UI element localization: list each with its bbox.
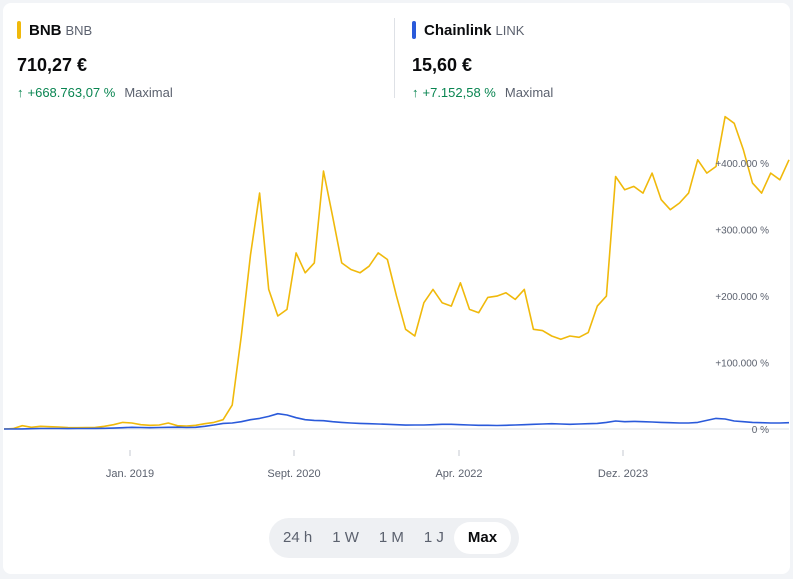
x-tick-label: Dez. 2023 xyxy=(598,468,648,480)
y-tick-label: +300.000 % xyxy=(715,226,769,237)
series-line-chainlink xyxy=(4,412,790,430)
y-tick-label: +100.000 % xyxy=(715,359,769,370)
x-tick-label: Apr. 2022 xyxy=(435,468,482,480)
range-1y-button[interactable]: 1 J xyxy=(414,522,454,554)
y-tick-label: +200.000 % xyxy=(715,292,769,303)
series-line-bnb xyxy=(3,115,790,430)
range-24h-button[interactable]: 24 h xyxy=(273,522,322,554)
time-range-selector: 24 h 1 W 1 M 1 J Max xyxy=(269,518,519,558)
range-1w-button[interactable]: 1 W xyxy=(322,522,369,554)
x-tick-label: Jan. 2019 xyxy=(106,468,154,480)
y-tick-label: +400.000 % xyxy=(715,159,769,170)
range-max-button[interactable]: Max xyxy=(453,522,512,554)
x-tick-label: Sept. 2020 xyxy=(267,468,320,480)
y-tick-label: 0 % xyxy=(752,425,769,436)
range-1m-button[interactable]: 1 M xyxy=(369,522,414,554)
price-chart[interactable]: Jan. 2019 Sept. 2020 Apr. 2022 Dez. 2023 0 %… xyxy=(0,0,793,579)
